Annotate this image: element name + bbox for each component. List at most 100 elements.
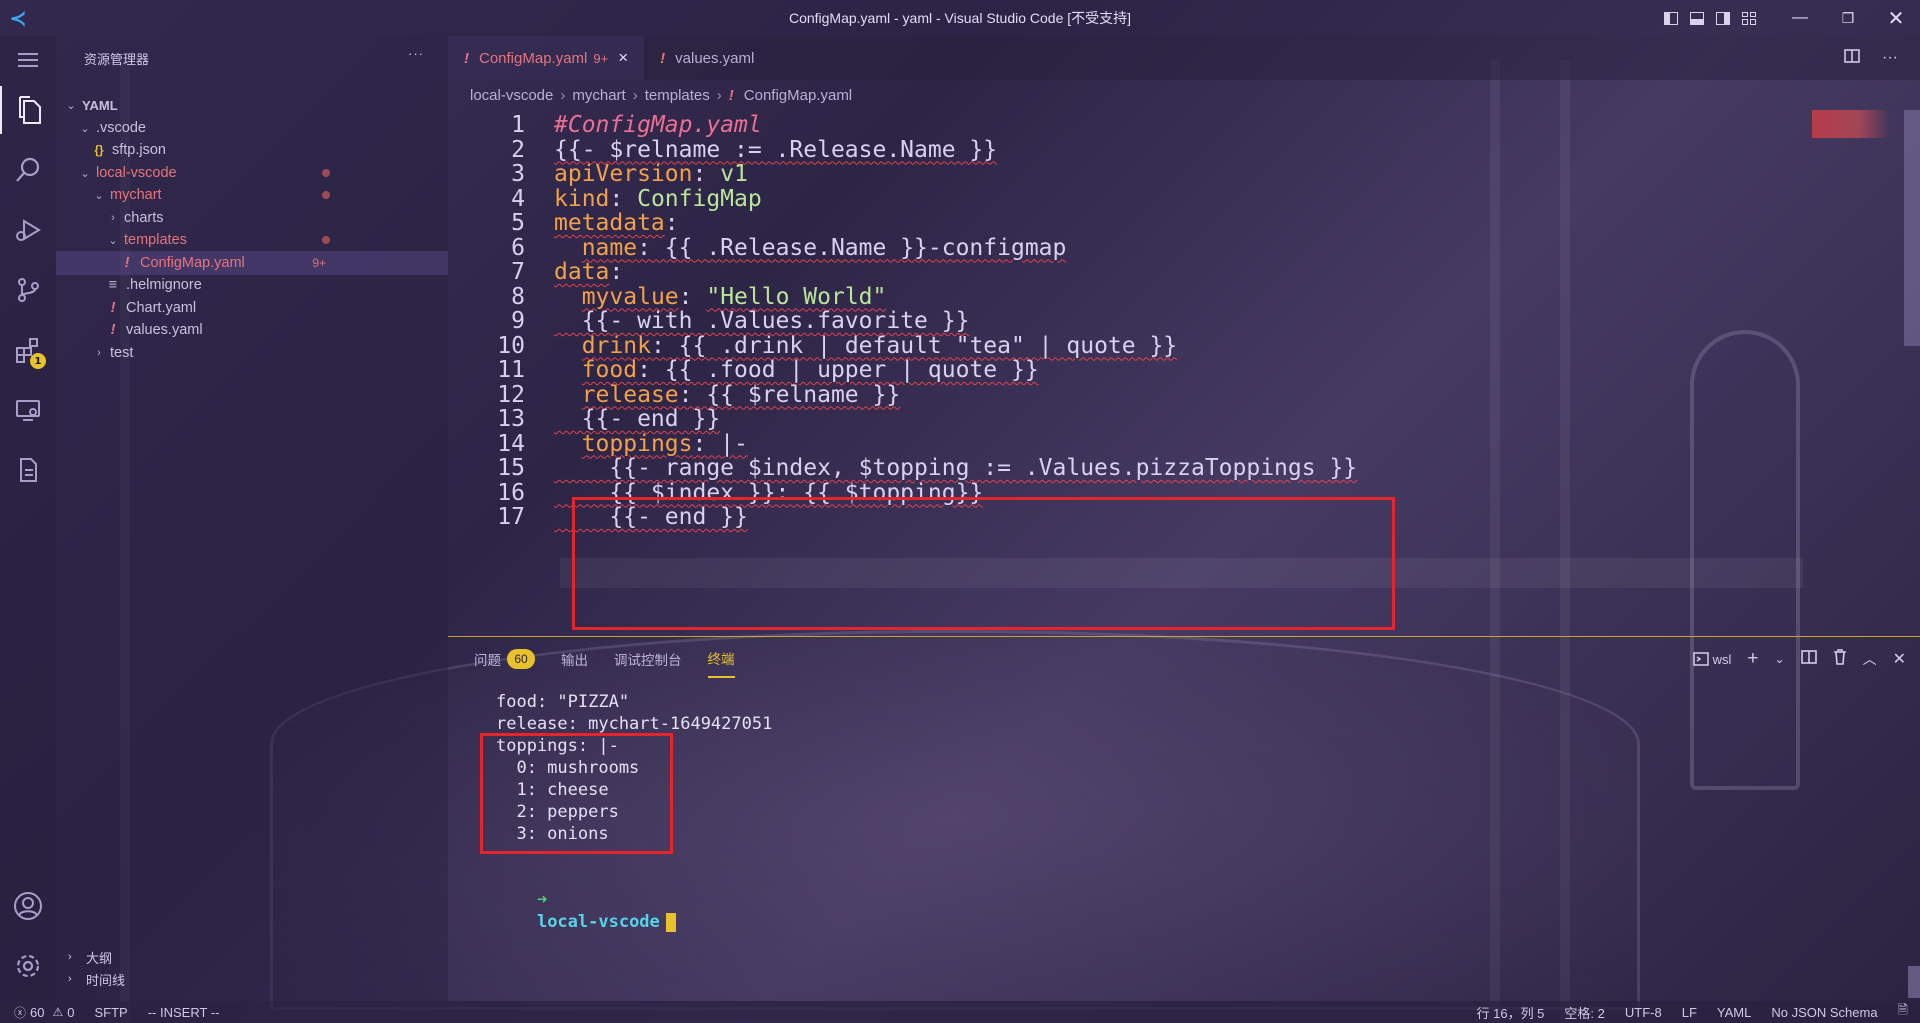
terminal-selector[interactable]: wsl: [1692, 652, 1731, 667]
tree-file-sftp-json[interactable]: {} sftp.json: [56, 138, 448, 162]
yaml-file-icon: !: [660, 49, 666, 67]
activity-bar: 1: [0, 36, 56, 1001]
editor-scrollbar[interactable]: [1904, 110, 1920, 346]
search-icon[interactable]: [0, 146, 56, 194]
tree-folder-mychart[interactable]: ⌄ mychart: [56, 183, 448, 207]
title-bar: ≺ ConfigMap.yaml - yaml - Visual Studio …: [0, 0, 1920, 36]
toggle-primary-sidebar-button[interactable]: [1658, 0, 1684, 36]
timeline-section[interactable]: › 时间线: [56, 967, 448, 991]
chevron-down-icon: ⌄: [94, 189, 104, 202]
testing-icon[interactable]: [0, 446, 56, 494]
chevron-right-icon: ›: [68, 951, 72, 963]
account-icon[interactable]: [0, 882, 56, 930]
more-actions-icon[interactable]: ···: [1882, 49, 1898, 67]
source-control-icon[interactable]: [0, 266, 56, 314]
menu-icon[interactable]: [0, 36, 56, 84]
encoding[interactable]: UTF-8: [1625, 1005, 1662, 1020]
tree-folder-templates[interactable]: ⌄ templates: [56, 228, 448, 252]
close-panel-icon[interactable]: ✕: [1893, 649, 1906, 669]
explorer-icon[interactable]: [0, 86, 56, 134]
remote-explorer-icon[interactable]: [0, 386, 56, 434]
minimap-error-marker: [1812, 110, 1890, 138]
tree-folder-vscode[interactable]: ⌄ .vscode: [56, 116, 448, 140]
json-file-icon: {}: [94, 143, 104, 157]
close-tab-icon[interactable]: ×: [618, 48, 628, 68]
indentation[interactable]: 空格: 2: [1564, 1003, 1604, 1022]
restore-button[interactable]: ❐: [1824, 0, 1872, 36]
outline-section[interactable]: › 大纲: [56, 945, 448, 969]
tree-file-chart-yaml[interactable]: ! Chart.yaml: [56, 296, 448, 320]
maximize-panel-icon[interactable]: ︿: [1863, 649, 1877, 669]
tree-folder-test[interactable]: › test: [56, 341, 448, 365]
breadcrumb: local-vscode › mychart › templates › ! C…: [448, 80, 1920, 110]
tree-folder-yaml[interactable]: ⌄ YAML: [56, 93, 448, 117]
terminal-cursor: [665, 912, 676, 932]
status-bar: ⓧ 60 ⚠ 0 SFTP -- INSERT -- 行 16，列 5 空格: …: [0, 1001, 1920, 1023]
code-line: name: {{ .Release.Name }}-configmap: [554, 233, 1067, 263]
cursor-position[interactable]: 行 16，列 5: [1477, 1003, 1545, 1022]
chevron-down-icon: ⌄: [80, 122, 90, 135]
panel-divider: [448, 636, 1920, 637]
notifications-icon[interactable]: 🗎: [1898, 1001, 1908, 1023]
language-mode[interactable]: YAML: [1717, 1005, 1751, 1020]
yaml-file-icon: !: [728, 86, 734, 104]
annotation-box: [480, 733, 673, 854]
new-terminal-icon[interactable]: +: [1747, 648, 1758, 670]
terminal-scrollbar[interactable]: [1908, 966, 1920, 998]
split-terminal-icon[interactable]: [1800, 650, 1817, 668]
run-debug-icon[interactable]: [0, 206, 56, 254]
minimize-button[interactable]: —: [1776, 0, 1824, 36]
more-actions-icon[interactable]: ···: [408, 46, 424, 61]
explorer-header: 资源管理器 ···: [84, 46, 424, 67]
problems-status[interactable]: ⓧ 60 ⚠ 0: [14, 1004, 74, 1021]
close-window-button[interactable]: ✕: [1872, 0, 1920, 36]
tree-folder-local-vscode[interactable]: ⌄ local-vscode: [56, 161, 448, 185]
tree-file-configmap-yaml[interactable]: ! ConfigMap.yaml 9+: [56, 251, 448, 275]
tree-file-helmignore[interactable]: ≡ .helmignore: [56, 273, 448, 297]
chevron-right-icon: ›: [68, 973, 72, 985]
customize-layout-button[interactable]: [1736, 0, 1762, 36]
yaml-file-icon: !: [110, 300, 116, 316]
vscode-logo-icon: ≺: [9, 7, 27, 30]
tree-file-values-yaml[interactable]: ! values.yaml: [56, 318, 448, 342]
window-title: ConfigMap.yaml - yaml - Visual Studio Co…: [788, 10, 1132, 26]
extensions-badge: 1: [30, 353, 46, 369]
tab-problem-count: 9+: [593, 50, 609, 66]
problem-count: 9+: [312, 256, 326, 270]
prompt-arrow-icon: ➜: [536, 890, 548, 910]
tree-folder-charts[interactable]: › charts: [56, 206, 448, 230]
tab-values-yaml[interactable]: ! values.yaml: [644, 36, 770, 80]
toggle-secondary-sidebar-button[interactable]: [1710, 0, 1736, 36]
split-editor-icon[interactable]: [1844, 48, 1860, 68]
breadcrumb-item[interactable]: local-vscode: [470, 87, 553, 104]
tab-debug-console[interactable]: 调试控制台: [614, 640, 682, 678]
breadcrumb-item[interactable]: templates: [645, 87, 710, 104]
problems-badge: 60: [507, 649, 535, 669]
code-token: : {{ .Release.Name }}-configmap: [637, 234, 1067, 261]
chevron-right-icon: ›: [716, 86, 722, 104]
tab-configmap-yaml[interactable]: ! ConfigMap.yaml 9+ ×: [448, 36, 645, 80]
chevron-down-icon[interactable]: ⌄: [1775, 652, 1785, 666]
terminal-prompt: ➜ local-vscode: [496, 867, 676, 932]
terminal-line: release: mychart-1649427051: [496, 714, 773, 734]
tab-output[interactable]: 输出: [561, 640, 588, 678]
extensions-icon[interactable]: 1: [0, 326, 56, 374]
chevron-right-icon: ›: [560, 86, 566, 104]
end-of-line[interactable]: LF: [1682, 1005, 1697, 1020]
panel-tabs: 问题 60 输出 调试控制台 终端 wsl + ⌄ ︿ ✕: [448, 640, 1920, 678]
settings-gear-icon[interactable]: [0, 942, 56, 990]
breadcrumb-item[interactable]: ConfigMap.yaml: [744, 87, 852, 104]
tab-problems[interactable]: 问题 60: [474, 640, 535, 678]
chevron-down-icon: ⌄: [108, 234, 118, 247]
json-schema[interactable]: No JSON Schema: [1771, 1005, 1877, 1020]
chevron-right-icon: ›: [632, 86, 638, 104]
explorer-sidebar: 资源管理器 ··· ⌄ YAML ⌄ .vscode {} sftp.json …: [56, 36, 448, 1001]
sftp-status[interactable]: SFTP: [94, 1005, 127, 1020]
annotation-box: [572, 497, 1395, 630]
tab-terminal[interactable]: 终端: [707, 640, 735, 678]
terminal-line: food: "PIZZA": [496, 692, 630, 712]
breadcrumb-item[interactable]: mychart: [572, 87, 625, 104]
trash-icon[interactable]: [1833, 649, 1847, 669]
toggle-panel-button[interactable]: [1684, 0, 1710, 36]
error-icon: ⓧ: [14, 1005, 27, 1020]
